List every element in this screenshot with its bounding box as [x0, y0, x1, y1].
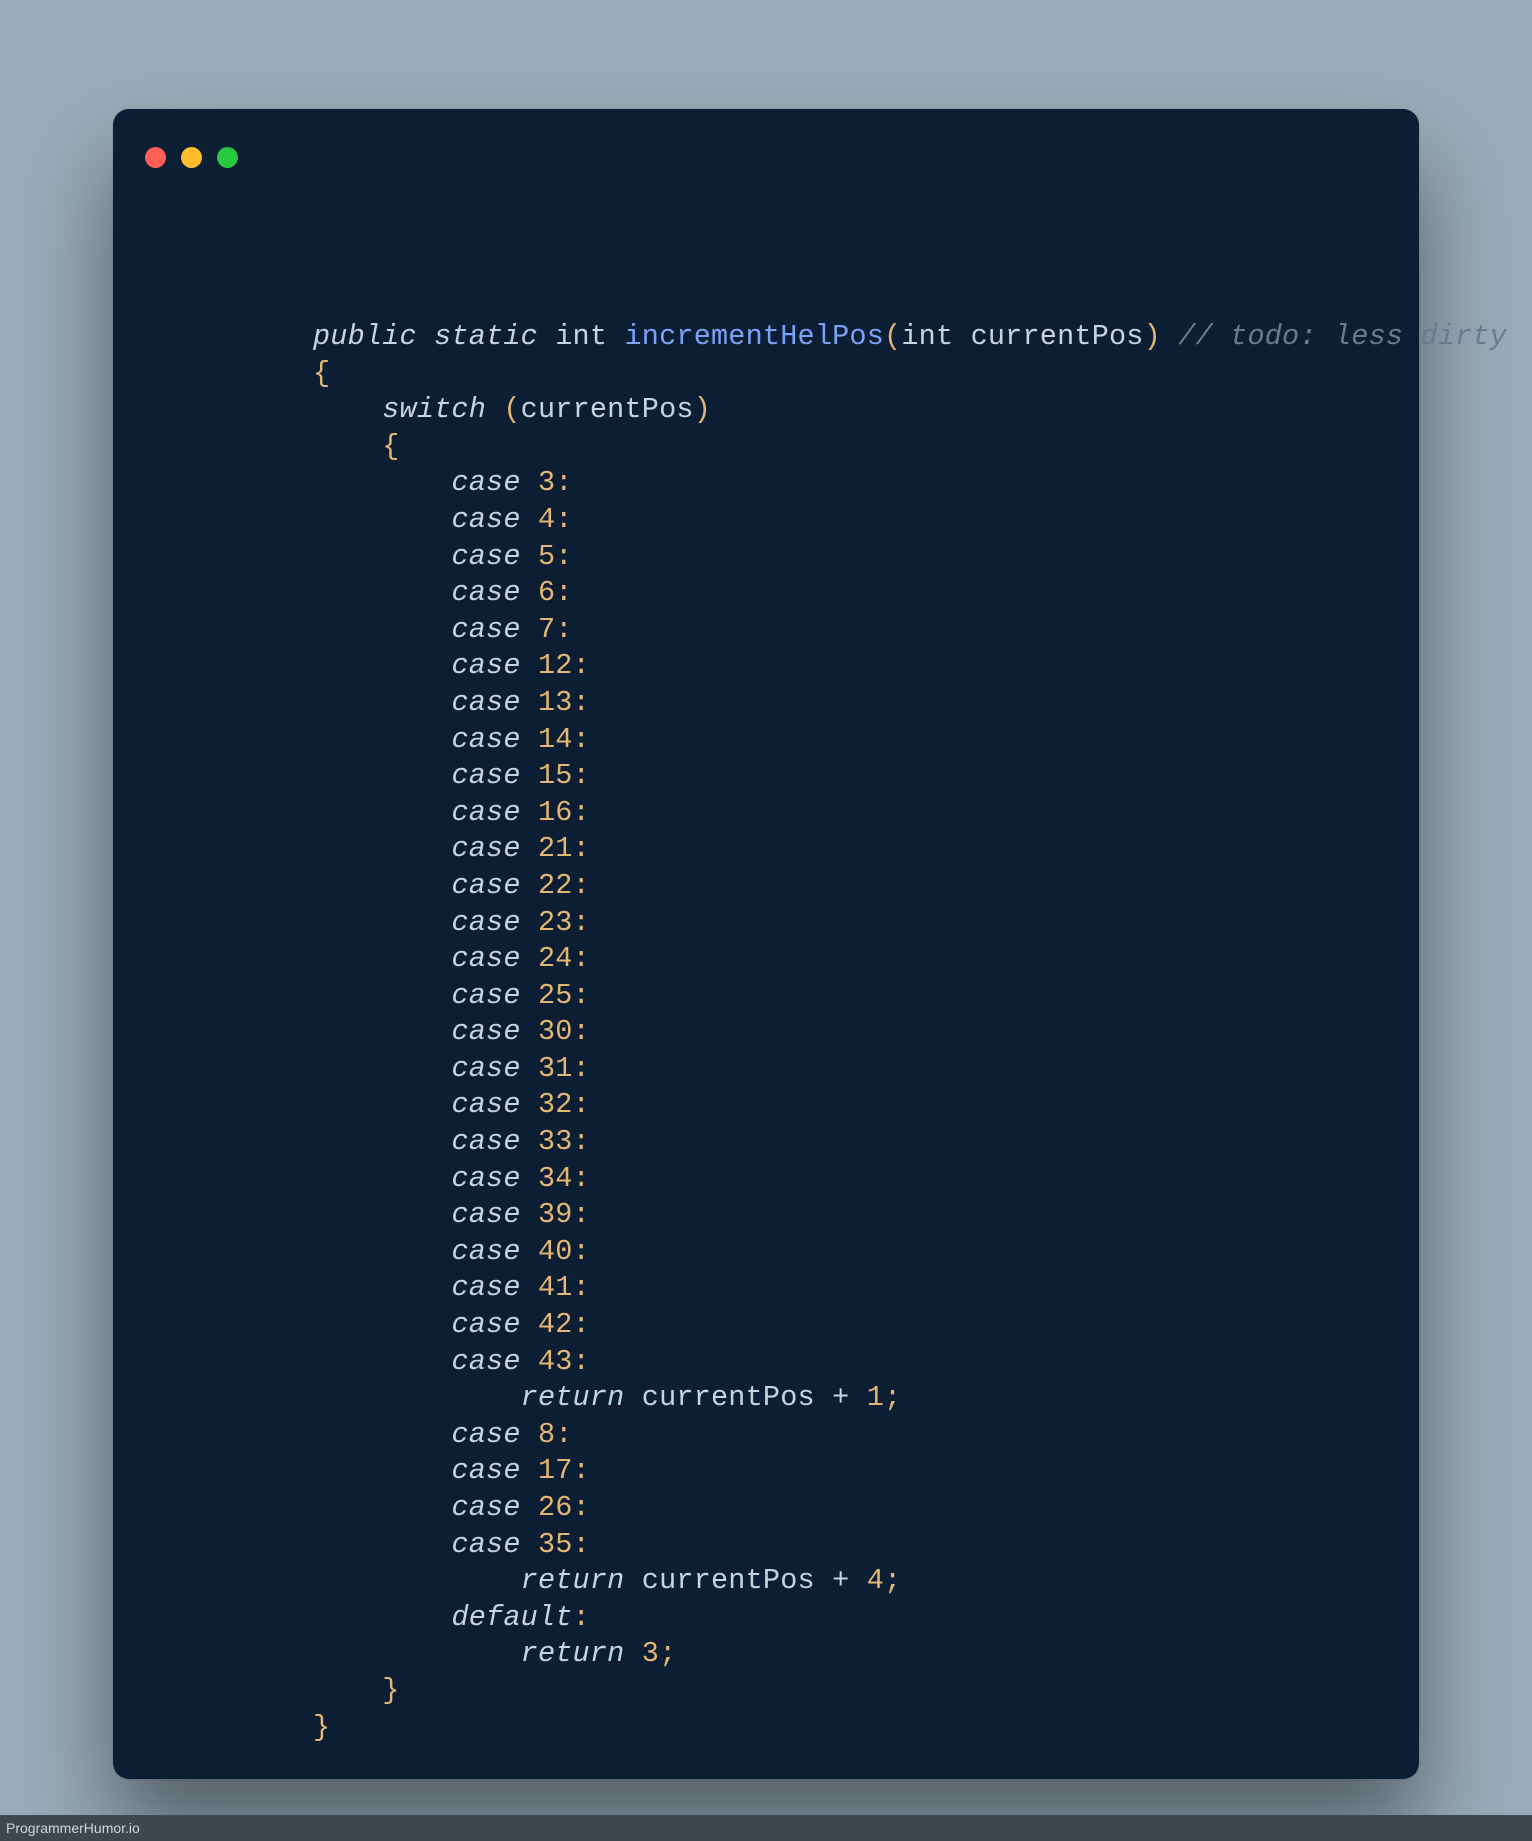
footer-text: ProgrammerHumor.io — [6, 1820, 140, 1836]
code-window: public static int incrementHelPos(int cu… — [113, 109, 1419, 1779]
window-traffic-lights — [145, 147, 238, 168]
close-icon — [145, 147, 166, 168]
code-block: public static int incrementHelPos(int cu… — [313, 319, 1379, 1746]
minimize-icon — [181, 147, 202, 168]
footer-watermark: ProgrammerHumor.io — [0, 1815, 1532, 1841]
maximize-icon — [217, 147, 238, 168]
